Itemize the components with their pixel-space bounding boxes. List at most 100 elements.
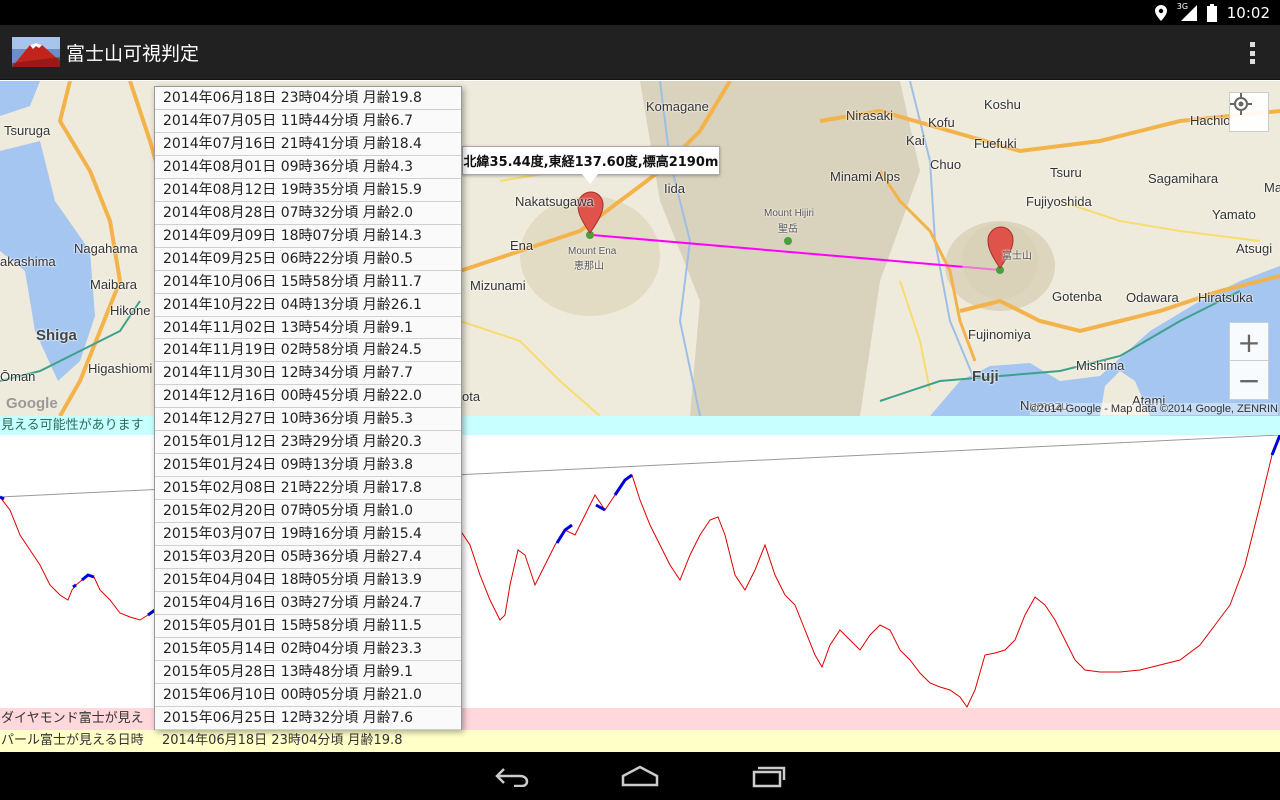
map-label-higashiomi: Higashiomi	[88, 361, 153, 376]
map-label-koshu: Koshu	[984, 97, 1021, 112]
dropdown-item[interactable]: 2015年02月08日 21時22分頃 月齢17.8	[155, 477, 461, 501]
map-label-hikone: Hikone	[110, 303, 151, 318]
battery-icon	[1206, 3, 1217, 22]
pearl-fuji-selected-value[interactable]: 2014年06月18日 23時04分頃 月齢19.8	[162, 730, 402, 752]
pearl-fuji-dropdown[interactable]: 2014年06月18日 23時04分頃 月齢19.8 2014年07月05日 11…	[154, 86, 462, 730]
recents-button[interactable]	[748, 760, 788, 792]
dropdown-item[interactable]: 2014年07月05日 11時44分頃 月齢6.7	[155, 110, 461, 133]
dropdown-item[interactable]: 2015年03月20日 05時36分頃 月齢27.4	[155, 546, 461, 570]
map-label-iida: Iida	[664, 181, 685, 196]
map-label-minami-alps: Minami Alps	[830, 169, 901, 184]
dropdown-item[interactable]: 2014年11月30日 12時34分頃 月齢7.7	[155, 362, 461, 386]
map-label-hijiri-jp: 聖岳	[778, 224, 798, 235]
screen: 3G 10:02 富士山可視判定 Tsuruga Nagahama akashi…	[0, 0, 1280, 800]
dropdown-item[interactable]: 2015年03月07日 19時16分頃 月齢15.4	[155, 523, 461, 547]
dropdown-item[interactable]: 2014年12月27日 10時36分頃 月齢5.3	[155, 408, 461, 432]
map-label-mount-ena-jp: 恵那山	[574, 261, 604, 272]
visible-segment-7	[613, 473, 633, 496]
status-bar: 3G 10:02	[0, 0, 1280, 25]
dropdown-item[interactable]: 2015年04月04日 18時05分頃 月齢13.9	[155, 569, 461, 592]
my-location-icon	[1230, 93, 1252, 115]
map-label-fuji: Fuji	[972, 368, 999, 385]
map-label-hachio: Hachio	[1190, 113, 1231, 128]
dropdown-item[interactable]: 2015年05月01日 15時58分頃 月齢11.5	[155, 615, 461, 638]
dropdown-item[interactable]: 2014年08月01日 09時36分頃 月齢4.3	[155, 156, 461, 179]
map-label-fujinomiya: Fujinomiya	[968, 327, 1031, 342]
dropdown-item[interactable]: 2015年06月25日 12時32分頃 月齢7.6	[155, 707, 461, 730]
visible-segment-3	[81, 573, 95, 582]
signal-icon: 3G	[1176, 1, 1197, 21]
map-label-nirasaki: Nirasaki	[846, 108, 893, 123]
dropdown-item[interactable]: 2014年08月28日 07時32分頃 月齢2.0	[155, 202, 461, 225]
info-window-tail	[582, 174, 598, 184]
map-label-mishima: Mishima	[1076, 358, 1125, 373]
dropdown-item[interactable]: 2014年07月16日 21時41分頃 月齢18.4	[155, 133, 461, 156]
dropdown-item[interactable]: 2014年12月16日 00時45分頃 月齢22.0	[155, 385, 461, 409]
map-label-komagane: Komagane	[646, 99, 709, 114]
location-icon	[1154, 4, 1167, 21]
google-logo: Google	[6, 395, 58, 412]
map-label-sagamihara: Sagamihara	[1148, 171, 1219, 186]
map-label-mount-ena: Mount Ena	[568, 246, 617, 257]
dropdown-item[interactable]: 2014年11月19日 02時58分頃 月齢24.5	[155, 339, 461, 363]
network-type-label: 3G	[1176, 1, 1189, 11]
map-label-mount-hijiri: Mount Hijiri	[764, 208, 815, 219]
back-icon	[495, 768, 529, 787]
pearl-fuji-label: パール富士が見える日時	[1, 733, 144, 748]
map-label-ma: Ma	[1264, 180, 1280, 195]
map-attribution: ©2014 Google - Map data ©2014 Google, ZE…	[1030, 403, 1278, 415]
dropdown-item[interactable]: 2014年06月18日 23時04分頃 月齢19.8	[155, 87, 461, 110]
dropdown-item[interactable]: 2015年06月10日 00時05分頃 月齢21.0	[155, 684, 461, 707]
dropdown-item[interactable]: 2015年04月16日 03時27分頃 月齢24.7	[155, 592, 461, 615]
map-label-odawara: Odawara	[1126, 290, 1179, 305]
home-icon	[621, 765, 659, 787]
dropdown-item[interactable]: 2015年02月20日 07時05分頃 月齢1.0	[155, 500, 461, 524]
visible-segment-5	[555, 523, 573, 544]
zoom-out-button[interactable]: −	[1229, 360, 1269, 400]
pearl-fuji-row[interactable]: パール富士が見える日時 2014年06月18日 23時04分頃 月齢19.8	[0, 730, 1280, 752]
my-location-button[interactable]	[1229, 92, 1269, 132]
map-label-ena: Ena	[510, 238, 534, 253]
overflow-menu-icon[interactable]	[1244, 39, 1260, 67]
map-label-nagahama: Nagahama	[74, 241, 138, 256]
home-button[interactable]	[620, 760, 660, 792]
dropdown-item[interactable]: 2014年10月06日 15時58分頃 月齢11.7	[155, 271, 461, 294]
dropdown-item[interactable]: 2015年01月24日 09時13分頃 月齢3.8	[155, 454, 461, 478]
map-label-akashima: akashima	[0, 254, 56, 269]
map-label-shiga: Shiga	[36, 327, 77, 344]
dropdown-item[interactable]: 2014年09月25日 06時22分頃 月齢0.5	[155, 248, 461, 271]
map-label-mount-fuji-jp: 富士山	[1002, 251, 1032, 262]
map-label-kofu: Kofu	[928, 115, 955, 130]
navigation-bar	[0, 752, 1280, 800]
back-button[interactable]	[492, 760, 532, 792]
dropdown-item[interactable]: 2015年01月12日 23時29分頃 月齢20.3	[155, 431, 461, 455]
dropdown-item[interactable]: 2014年10月22日 04時13分頃 月齢26.1	[155, 294, 461, 317]
map-info-window[interactable]: 北緯35.44度,東経137.60度,標高2190m	[462, 146, 720, 175]
dropdown-item[interactable]: 2014年11月02日 13時54分頃 月齢9.1	[155, 317, 461, 340]
visible-segment-1	[0, 495, 5, 501]
map-label-mizunami: Mizunami	[470, 278, 526, 293]
dropdown-item[interactable]: 2015年05月14日 02時04分頃 月齢23.3	[155, 638, 461, 661]
map-label-gotenba: Gotenba	[1052, 289, 1102, 304]
app-title: 富士山可視判定	[66, 43, 200, 65]
map-label-chuo: Chuo	[930, 157, 962, 172]
recents-icon	[752, 766, 786, 788]
map-label-fujiyoshida: Fujiyoshida	[1026, 194, 1092, 209]
app-logo-icon	[12, 37, 60, 67]
action-bar: 富士山可視判定	[0, 25, 1280, 80]
map-label-kai: Kai	[906, 133, 925, 148]
map-label-fuefuki: Fuefuki	[974, 136, 1017, 151]
status-time: 10:02	[1226, 3, 1270, 22]
dropdown-item[interactable]: 2014年09月09日 18時07分頃 月齢14.3	[155, 225, 461, 248]
dropdown-item[interactable]: 2015年05月28日 13時48分頃 月齢9.1	[155, 661, 461, 684]
map-label-tsuru: Tsuru	[1050, 165, 1082, 180]
visible-segment-2	[72, 583, 77, 589]
map-label-tsuruga: Tsuruga	[4, 123, 51, 138]
dropdown-item[interactable]: 2014年08月12日 19時35分頃 月齢15.9	[155, 179, 461, 202]
map-label-maibara: Maibara	[90, 277, 137, 292]
map-label-hiratsuka: Hiratsuka	[1198, 290, 1253, 305]
map-label-yamato: Yamato	[1212, 207, 1256, 222]
map-label-oman: Ōman	[0, 369, 36, 384]
zoom-in-button[interactable]: +	[1229, 322, 1269, 362]
map-label-nakatsugawa: Nakatsugawa	[515, 194, 594, 209]
